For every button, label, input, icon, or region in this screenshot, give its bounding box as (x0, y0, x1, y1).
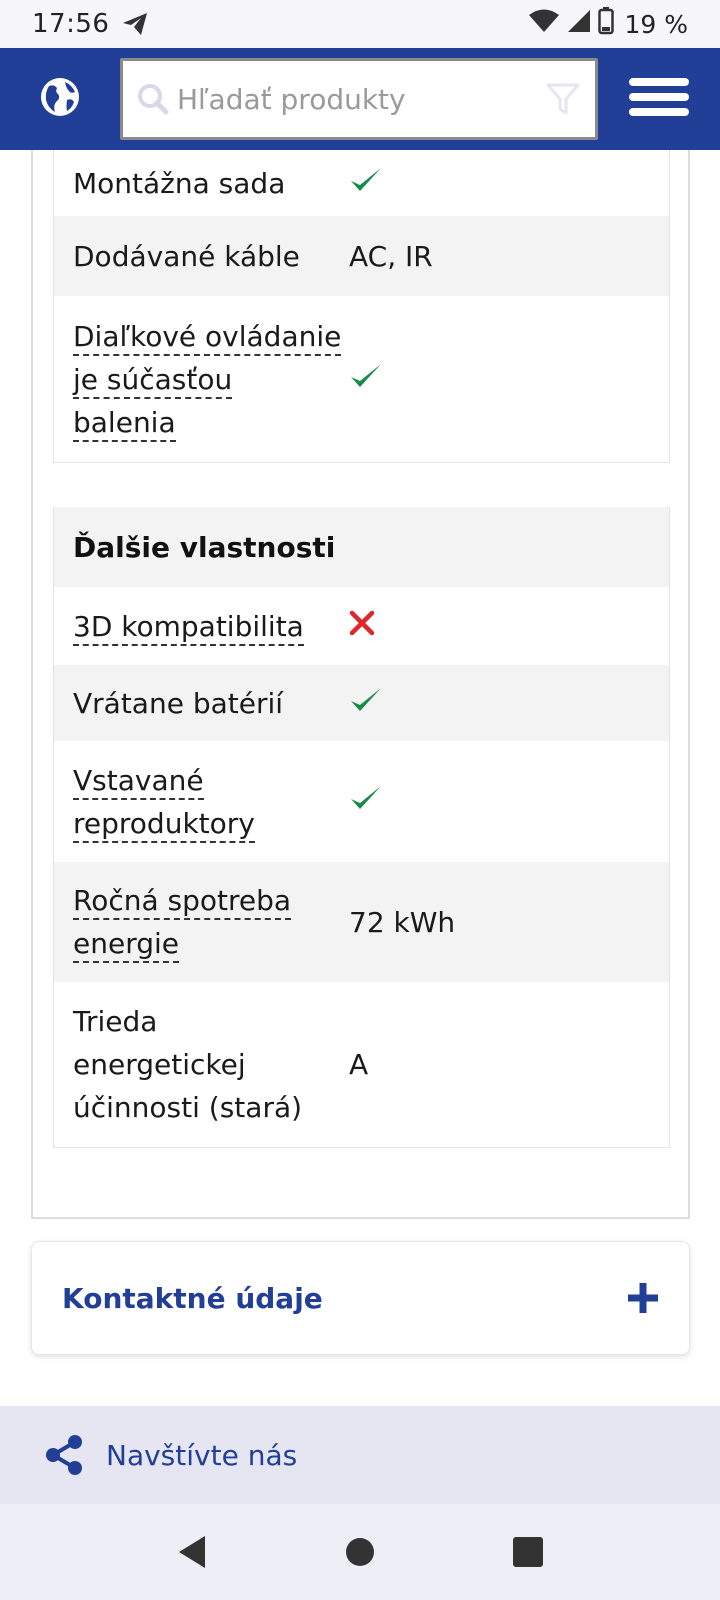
filter-icon[interactable] (545, 81, 581, 117)
globe-icon (39, 76, 81, 122)
wifi-icon (528, 8, 560, 41)
row-value: A (349, 1048, 369, 1081)
battery-percent: 19 % (624, 9, 688, 39)
row-label-line: 3D kompatibilita (73, 609, 304, 646)
footer-visit[interactable]: Navštívte nás (0, 1406, 720, 1504)
table-row: Trieda energetickej účinnosti (stará) A (54, 982, 669, 1147)
row-label-line: je súčasťou (73, 362, 233, 399)
cross-icon (349, 610, 375, 643)
row-value: AC, IR (349, 239, 433, 273)
system-nav-bar (0, 1504, 720, 1600)
menu-button[interactable] (598, 48, 720, 150)
plus-icon[interactable] (627, 1282, 659, 1314)
back-icon[interactable] (177, 1535, 207, 1569)
table-row: Vstavané reproduktory (54, 741, 669, 862)
section-title: Ďalšie vlastnosti (54, 507, 669, 587)
home-icon[interactable] (345, 1537, 375, 1567)
product-specs-card: Montážna sada Dodávané káble AC, IR Diaľ… (31, 150, 690, 1219)
contact-accordion[interactable]: Kontaktné údaje (31, 1241, 690, 1355)
status-bar: 17:56 19 % (0, 0, 720, 48)
status-time: 17:56 (32, 9, 110, 39)
table-row: 3D kompatibilita (54, 587, 669, 665)
recents-icon[interactable] (513, 1537, 543, 1567)
table-row: Vrátane batérií (54, 665, 669, 741)
check-icon (349, 783, 383, 820)
row-label: Dodávané káble (73, 239, 300, 273)
row-label-line: balenia (73, 405, 176, 442)
share-icon (44, 1434, 84, 1476)
row-label: Trieda energetickej účinnosti (stará) (54, 1000, 349, 1129)
row-label-line: Vstavané (73, 763, 204, 800)
table-row: Montážna sada (54, 150, 669, 216)
status-icons: 19 % (528, 6, 688, 42)
search-icon (137, 83, 169, 115)
row-value (349, 165, 669, 202)
row-label[interactable]: Diaľkové ovládanie je súčasťou balenia (54, 315, 349, 444)
row-label-line: energie (73, 927, 179, 963)
row-value (349, 685, 669, 722)
row-label-line: účinnosti (stará) (73, 1091, 303, 1124)
row-label-line: reproduktory (73, 806, 255, 843)
spec-table-other-features: Ďalšie vlastnosti 3D kompatibilita Vráta… (53, 507, 670, 1148)
row-label: Vrátane batérií (73, 686, 284, 720)
battery-icon (598, 6, 615, 42)
row-label[interactable]: 3D kompatibilita (54, 605, 349, 648)
row-label-line: Ročná spotreba (73, 884, 292, 920)
row-label[interactable]: Ročná spotreba energie (54, 879, 349, 965)
contact-title: Kontaktné údaje (62, 1281, 323, 1315)
table-row: Dodávané káble AC, IR (54, 216, 669, 296)
language-button[interactable] (0, 48, 120, 150)
row-label[interactable]: Vstavané reproduktory (54, 759, 349, 845)
row-value (349, 610, 669, 643)
telegram-icon (121, 11, 149, 37)
check-icon (349, 361, 383, 398)
row-value (349, 783, 669, 820)
table-row: Diaľkové ovládanie je súčasťou balenia (54, 296, 669, 462)
app-header (0, 48, 720, 150)
hamburger-icon (629, 78, 689, 120)
check-icon (349, 165, 383, 202)
spec-table-accessories: Montážna sada Dodávané káble AC, IR Diaľ… (53, 150, 670, 463)
row-value (349, 361, 669, 398)
row-value: 72 kWh (349, 905, 456, 939)
search-input[interactable] (177, 82, 545, 116)
visit-link[interactable]: Navštívte nás (106, 1439, 297, 1472)
row-label: Montážna sada (73, 166, 286, 200)
search-box[interactable] (120, 58, 598, 140)
row-label-line: energetickej (73, 1048, 246, 1081)
page: 17:56 19 % Hľadať produkty Montážna sada… (0, 0, 720, 1600)
signal-icon (566, 8, 592, 41)
check-icon (349, 685, 383, 722)
row-label-line: Diaľkové ovládanie (73, 319, 342, 356)
table-row: Ročná spotreba energie 72 kWh (54, 862, 669, 982)
row-label-line: Trieda (73, 1005, 158, 1038)
